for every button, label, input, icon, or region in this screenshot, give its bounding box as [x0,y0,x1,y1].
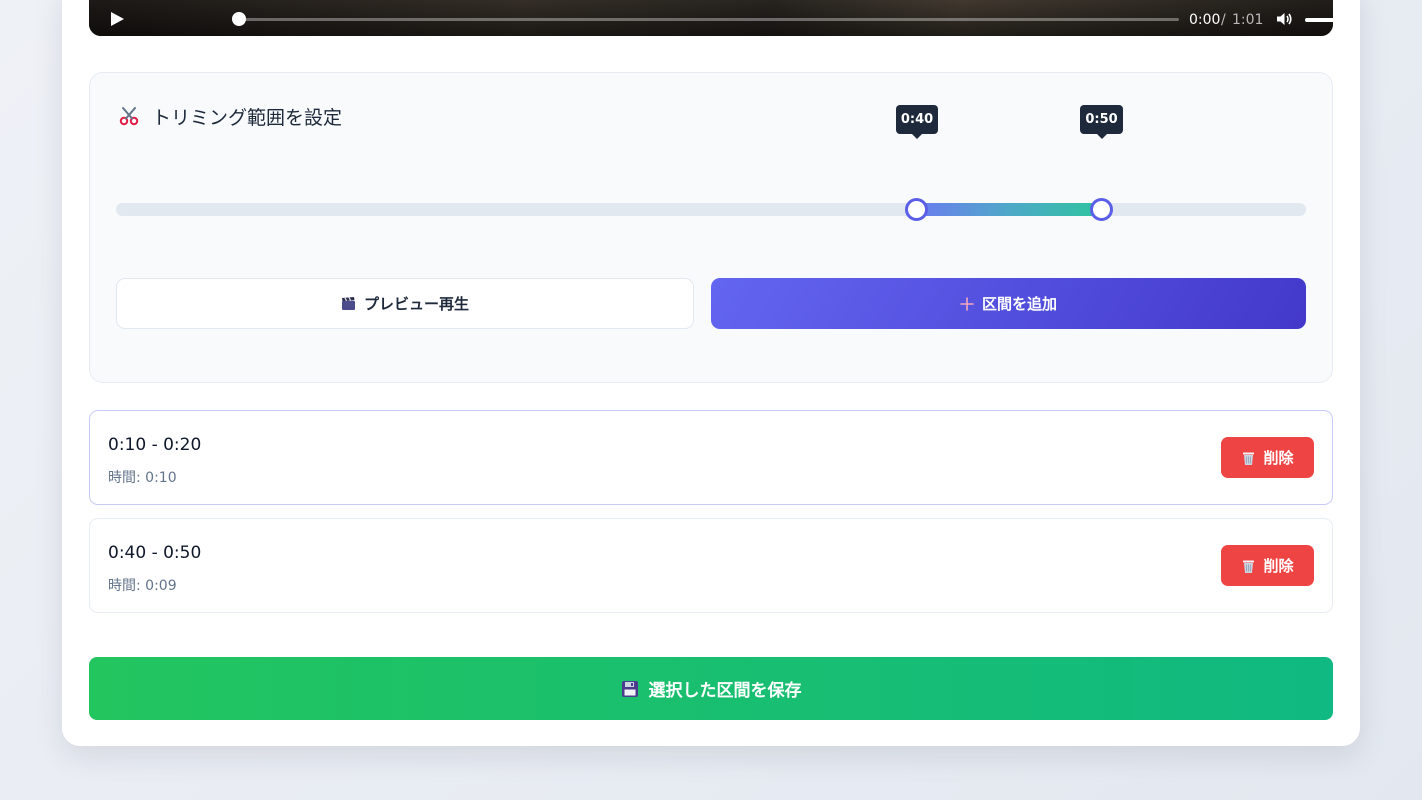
video-player[interactable]: 0:00 / 1:01 [89,0,1333,36]
volume-icon[interactable] [1275,10,1293,28]
preview-button[interactable]: プレビュー再生 [116,278,694,329]
save-button-label: 選択した区間を保存 [648,681,802,701]
player-controls: 0:00 / 1:01 [89,0,1333,36]
trim-start-handle[interactable] [905,198,928,221]
current-time: 0:00 [1189,12,1221,28]
plus-icon [960,296,974,311]
play-icon[interactable] [109,11,125,27]
segment-duration: 時間: 0:09 [108,578,177,594]
delete-button-label: 削除 [1263,449,1294,467]
segment-range: 0:10 - 0:20 [108,435,202,455]
end-time-tooltip: 0:50 [1080,105,1123,139]
trim-title: トリミング範囲を設定 [152,106,343,129]
floppy-disk-icon [621,680,639,698]
start-time-tooltip: 0:40 [896,105,938,139]
seek-handle[interactable] [232,12,246,26]
clapperboard-icon [341,296,356,311]
segment-range: 0:40 - 0:50 [108,543,202,563]
trim-selected-range [916,203,1101,216]
save-segments-button[interactable]: 選択した区間を保存 [89,657,1333,720]
time-separator: / [1221,12,1226,28]
delete-button-label: 削除 [1263,557,1294,575]
volume-slider[interactable] [1305,18,1333,22]
segment-duration: 時間: 0:10 [108,470,177,486]
add-segment-button[interactable]: 区間を追加 [711,278,1306,329]
trim-end-handle[interactable] [1090,198,1113,221]
delete-segment-button[interactable]: 削除 [1221,545,1314,586]
seek-bar[interactable] [239,18,1179,21]
segment-item[interactable]: 0:40 - 0:50 時間: 0:09 削除 [89,518,1333,613]
trash-icon [1241,558,1256,574]
delete-segment-button[interactable]: 削除 [1221,437,1314,478]
trash-icon [1241,450,1256,466]
trim-range-track[interactable] [116,203,1306,216]
preview-button-label: プレビュー再生 [363,295,469,313]
trim-header: トリミング範囲を設定 [118,104,343,129]
total-time: 1:01 [1232,12,1264,28]
add-segment-label: 区間を追加 [981,295,1057,313]
scissors-icon [119,107,139,126]
segment-item[interactable]: 0:10 - 0:20 時間: 0:10 削除 [89,410,1333,505]
